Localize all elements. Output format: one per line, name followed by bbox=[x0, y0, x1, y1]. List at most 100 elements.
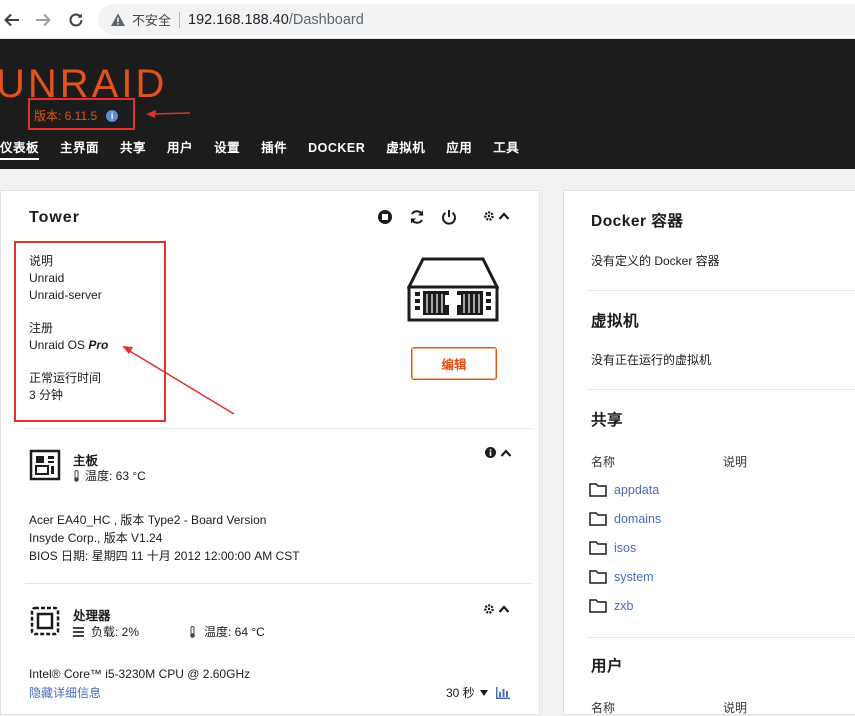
menu-item-dashboard[interactable]: 仪表板 bbox=[0, 140, 40, 160]
chevron-up-icon[interactable] bbox=[498, 604, 510, 614]
uptime-value: 3 分钟 bbox=[29, 388, 64, 402]
power-icon[interactable] bbox=[441, 209, 457, 225]
shares-title: 共享 bbox=[591, 412, 624, 429]
shares-col-desc: 说明 bbox=[723, 455, 748, 469]
processor-temp: 温度: 64 °C bbox=[204, 625, 265, 639]
folder-icon bbox=[589, 512, 607, 526]
menu-item-users[interactable]: 用户 bbox=[167, 140, 193, 160]
share-name[interactable]: zxb bbox=[614, 599, 633, 613]
bars-icon bbox=[73, 626, 84, 637]
url-separator bbox=[179, 11, 181, 28]
folder-icon bbox=[589, 483, 607, 497]
menu-item-settings[interactable]: 设置 bbox=[214, 140, 240, 160]
server-name: Tower bbox=[29, 209, 80, 226]
browser-toolbar: 不安全 192.168.188.40/Dashboard bbox=[0, 0, 855, 39]
refresh-interval-select[interactable]: 30 秒 bbox=[446, 684, 510, 701]
description-line-2: Unraid-server bbox=[29, 288, 102, 302]
shares-col-name: 名称 bbox=[591, 455, 616, 469]
server-info: 说明 Unraid Unraid-server 注册 Unraid OS Pro… bbox=[29, 253, 108, 404]
back-icon[interactable] bbox=[0, 8, 24, 32]
chevron-up-icon[interactable] bbox=[498, 211, 510, 221]
description-label: 说明 bbox=[29, 254, 54, 268]
caret-down-icon[interactable] bbox=[479, 689, 488, 696]
menu-item-docker[interactable]: DOCKER bbox=[308, 140, 365, 160]
server-image-icon bbox=[407, 257, 499, 322]
registration-label: 注册 bbox=[29, 321, 54, 335]
share-item[interactable]: system bbox=[589, 569, 654, 584]
address-bar[interactable]: 不安全 192.168.188.40/Dashboard bbox=[98, 4, 855, 35]
users-col-desc: 说明 bbox=[723, 701, 748, 715]
gear-icon[interactable] bbox=[483, 210, 495, 222]
hide-details-link[interactable]: 隐藏详细信息 bbox=[29, 684, 101, 701]
menu-item-tools[interactable]: 工具 bbox=[493, 140, 519, 160]
menu-item-vms[interactable]: 虚拟机 bbox=[386, 140, 425, 160]
motherboard-model: Acer EA40_HC , 版本 Type2 - Board Version bbox=[29, 513, 267, 527]
registration-os: Unraid OS bbox=[29, 338, 86, 352]
app-header: UNRAID 版本: 6.11.5 i 仪表板 主界面 共享 用户 设置 插件 … bbox=[0, 39, 855, 169]
reboot-icon[interactable] bbox=[409, 209, 425, 225]
folder-icon bbox=[589, 541, 607, 555]
refresh-interval-value[interactable]: 30 秒 bbox=[446, 684, 475, 701]
stop-icon[interactable] bbox=[377, 209, 393, 225]
divider bbox=[25, 583, 533, 584]
chevron-up-icon[interactable] bbox=[500, 448, 512, 458]
edit-button[interactable]: 编辑 bbox=[411, 347, 497, 380]
processor-model: Intel® Core™ i5-3230M CPU @ 2.60GHz bbox=[29, 667, 251, 681]
docker-empty-message: 没有定义的 Docker 容器 bbox=[591, 254, 720, 268]
forward-icon[interactable] bbox=[31, 8, 55, 32]
docker-title: Docker 容器 bbox=[591, 213, 684, 230]
url-path[interactable]: /Dashboard bbox=[289, 12, 364, 28]
menu-item-plugins[interactable]: 插件 bbox=[261, 140, 287, 160]
cpu-icon bbox=[30, 606, 60, 636]
motherboard-details: Acer EA40_HC , 版本 Type2 - Board Version … bbox=[29, 511, 300, 565]
users-col-name: 名称 bbox=[591, 701, 616, 715]
version-label: 版本: 6.11.5 i bbox=[34, 107, 119, 124]
share-name[interactable]: isos bbox=[614, 541, 636, 555]
processor-actions bbox=[483, 603, 510, 615]
divider bbox=[586, 637, 855, 638]
share-item[interactable]: isos bbox=[589, 540, 636, 555]
warning-icon[interactable] bbox=[110, 12, 126, 28]
thermometer-icon bbox=[190, 625, 195, 638]
info-icon[interactable]: i bbox=[106, 109, 119, 122]
processor-stats: 负载: 2% 温度: 64 °C bbox=[73, 623, 265, 640]
thermometer-icon bbox=[74, 469, 79, 482]
uptime-label: 正常运行时间 bbox=[29, 371, 102, 385]
gear-icon[interactable] bbox=[483, 603, 495, 615]
users-title: 用户 bbox=[591, 658, 624, 675]
folder-icon bbox=[589, 599, 607, 613]
bios-date: BIOS 日期: 星期四 11 十月 2012 12:00:00 AM CST bbox=[29, 549, 300, 563]
divider bbox=[586, 290, 855, 291]
menu-item-shares[interactable]: 共享 bbox=[120, 140, 146, 160]
insecure-label[interactable]: 不安全 bbox=[132, 10, 171, 29]
url-host[interactable]: 192.168.188.40 bbox=[188, 12, 289, 28]
bios-vendor: Insyde Corp., 版本 V1.24 bbox=[29, 531, 163, 545]
menu-item-main[interactable]: 主界面 bbox=[60, 140, 99, 160]
server-settings bbox=[483, 210, 510, 222]
vms-empty-message: 没有正在运行的虚拟机 bbox=[591, 353, 712, 367]
reload-icon[interactable] bbox=[64, 8, 88, 32]
services-panel: Docker 容器 没有定义的 Docker 容器 虚拟机 没有正在运行的虚拟机… bbox=[563, 190, 855, 715]
registration-value: Unraid OS Pro bbox=[29, 337, 108, 354]
divider bbox=[25, 428, 533, 429]
share-name[interactable]: domains bbox=[614, 512, 661, 526]
main-menu: 仪表板 主界面 共享 用户 设置 插件 DOCKER 虚拟机 应用 工具 bbox=[0, 140, 540, 162]
processor-title: 处理器 bbox=[73, 609, 111, 623]
description-line-1: Unraid bbox=[29, 271, 65, 285]
share-item[interactable]: domains bbox=[589, 511, 661, 526]
motherboard-icon bbox=[29, 449, 61, 481]
folder-icon bbox=[589, 570, 607, 584]
info-icon[interactable] bbox=[485, 447, 496, 458]
registration-edition[interactable]: Pro bbox=[88, 338, 108, 352]
system-panel: Tower 说明 Unraid Unraid-server 注册 Unraid … bbox=[0, 190, 540, 715]
share-name[interactable]: system bbox=[614, 570, 654, 584]
share-item[interactable]: zxb bbox=[589, 598, 633, 613]
vms-title: 虚拟机 bbox=[591, 313, 640, 330]
version-text: 版本: 6.11.5 bbox=[34, 109, 98, 123]
share-name[interactable]: appdata bbox=[614, 483, 659, 497]
chart-icon[interactable] bbox=[495, 686, 510, 699]
share-item[interactable]: appdata bbox=[589, 482, 659, 497]
menu-item-apps[interactable]: 应用 bbox=[446, 140, 472, 160]
processor-load: 负载: 2% bbox=[91, 625, 140, 639]
server-actions bbox=[377, 209, 457, 225]
